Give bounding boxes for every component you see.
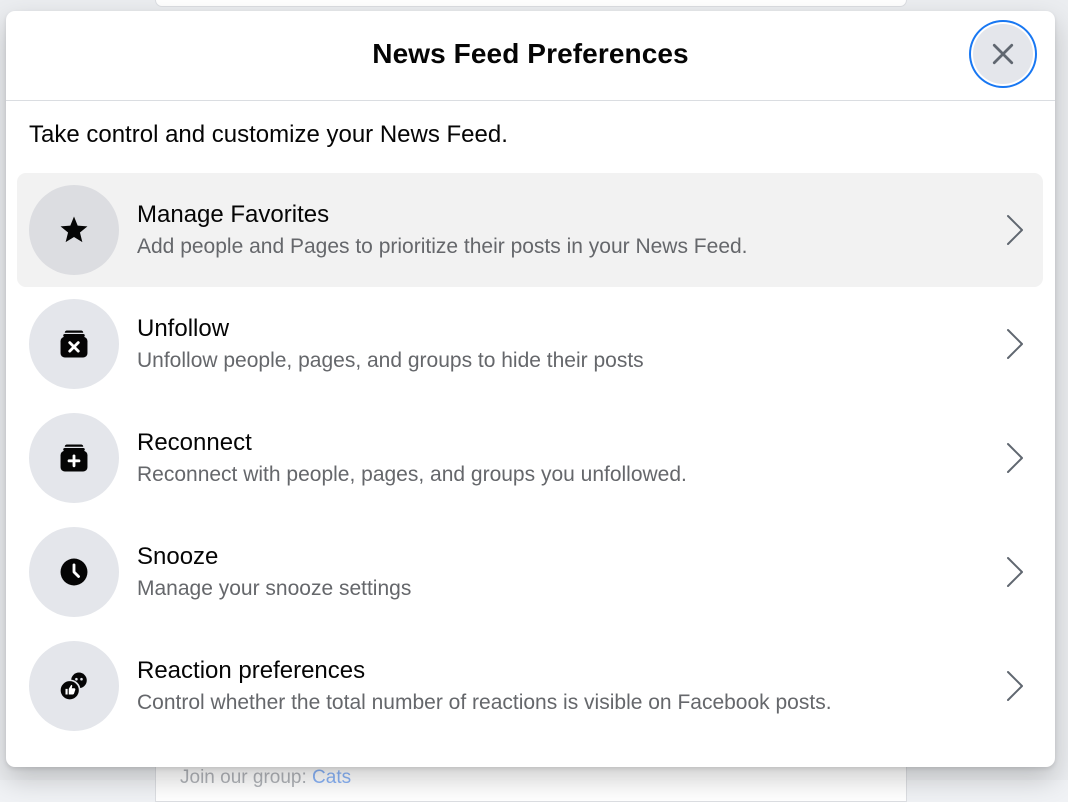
item-title: Unfollow: [137, 315, 229, 343]
background-group-text: Join our group:: [180, 767, 312, 788]
chevron-right-icon: [1003, 441, 1027, 475]
chevron-right-icon: [1003, 669, 1027, 703]
dialog-title: News Feed Preferences: [6, 38, 1055, 70]
menu-item-reaction-preferences[interactable]: Reaction preferences Control whether the…: [17, 629, 1043, 743]
star-icon: [57, 213, 91, 247]
unfollow-icon: [57, 327, 91, 361]
chevron-right-icon: [1003, 327, 1027, 361]
item-title: Reconnect: [137, 429, 252, 457]
menu-item-unfollow[interactable]: Unfollow Unfollow people, pages, and gro…: [17, 287, 1043, 401]
item-icon-container: [29, 413, 119, 503]
dialog-header: News Feed Preferences: [6, 11, 1055, 101]
item-icon-container: [29, 527, 119, 617]
item-description: Reconnect with people, pages, and groups…: [137, 463, 687, 487]
menu-item-manage-favorites[interactable]: Manage Favorites Add people and Pages to…: [17, 173, 1043, 287]
clock-icon: [57, 555, 91, 589]
close-button[interactable]: [973, 24, 1033, 84]
reconnect-icon: [57, 441, 91, 475]
chevron-right-icon: [1003, 555, 1027, 589]
item-icon-container: [29, 299, 119, 389]
item-title: Manage Favorites: [137, 201, 329, 229]
item-description: Unfollow people, pages, and groups to hi…: [137, 349, 644, 373]
background-post-card: [155, 0, 907, 7]
dialog-subtitle: Take control and customize your News Fee…: [29, 121, 508, 149]
item-description: Add people and Pages to prioritize their…: [137, 235, 748, 259]
news-feed-preferences-dialog: News Feed Preferences Take control and c…: [6, 11, 1055, 767]
chevron-right-icon: [1003, 213, 1027, 247]
item-icon-container: [29, 185, 119, 275]
item-title: Reaction preferences: [137, 657, 365, 685]
close-icon: [988, 39, 1018, 69]
background-post-text: Join our group: Cats: [180, 767, 351, 789]
item-title: Snooze: [137, 543, 218, 571]
item-icon-container: [29, 641, 119, 731]
menu-item-snooze[interactable]: Snooze Manage your snooze settings: [17, 515, 1043, 629]
menu-item-reconnect[interactable]: Reconnect Reconnect with people, pages, …: [17, 401, 1043, 515]
item-description: Control whether the total number of reac…: [137, 691, 832, 715]
reaction-icon: [57, 669, 91, 703]
item-description: Manage your snooze settings: [137, 577, 411, 601]
background-group-link[interactable]: Cats: [312, 767, 351, 788]
